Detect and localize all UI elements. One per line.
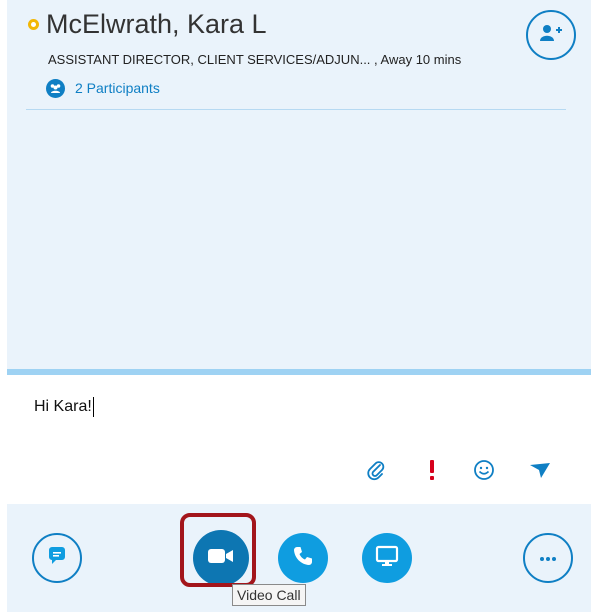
phone-icon bbox=[292, 545, 314, 572]
contact-name: McElwrath, Kara L bbox=[46, 9, 267, 39]
header-divider bbox=[26, 109, 566, 110]
screen-share-icon bbox=[375, 545, 399, 572]
share-screen-button[interactable] bbox=[362, 533, 412, 583]
chat-button[interactable] bbox=[32, 533, 82, 583]
attach-file-button[interactable] bbox=[365, 459, 387, 485]
add-people-button[interactable] bbox=[526, 10, 576, 60]
emoji-icon bbox=[473, 459, 495, 486]
video-call-tooltip: Video Call bbox=[232, 584, 306, 606]
paperclip-icon bbox=[367, 459, 385, 486]
send-icon bbox=[529, 461, 551, 484]
participants-label: 2 Participants bbox=[75, 80, 160, 96]
important-icon bbox=[428, 459, 436, 486]
participants-icon bbox=[46, 78, 65, 98]
contact-title-and-status: ASSISTANT DIRECTOR, CLIENT SERVICES/ADJU… bbox=[48, 52, 462, 67]
audio-call-button[interactable] bbox=[278, 533, 328, 583]
add-person-icon bbox=[539, 24, 563, 47]
text-caret bbox=[92, 397, 94, 417]
chat-icon bbox=[46, 545, 68, 572]
message-input[interactable]: Hi Kara! bbox=[34, 395, 554, 419]
more-icon bbox=[538, 549, 558, 567]
more-options-button[interactable] bbox=[523, 533, 573, 583]
away-status-icon bbox=[28, 19, 39, 30]
send-button[interactable] bbox=[528, 459, 552, 485]
message-text: Hi Kara! bbox=[34, 398, 92, 415]
mark-important-button[interactable] bbox=[424, 459, 440, 485]
participants-link[interactable]: 2 Participants bbox=[46, 77, 160, 99]
video-call-highlight bbox=[180, 513, 256, 587]
emoticon-button[interactable] bbox=[472, 459, 496, 485]
compose-separator bbox=[7, 369, 591, 375]
